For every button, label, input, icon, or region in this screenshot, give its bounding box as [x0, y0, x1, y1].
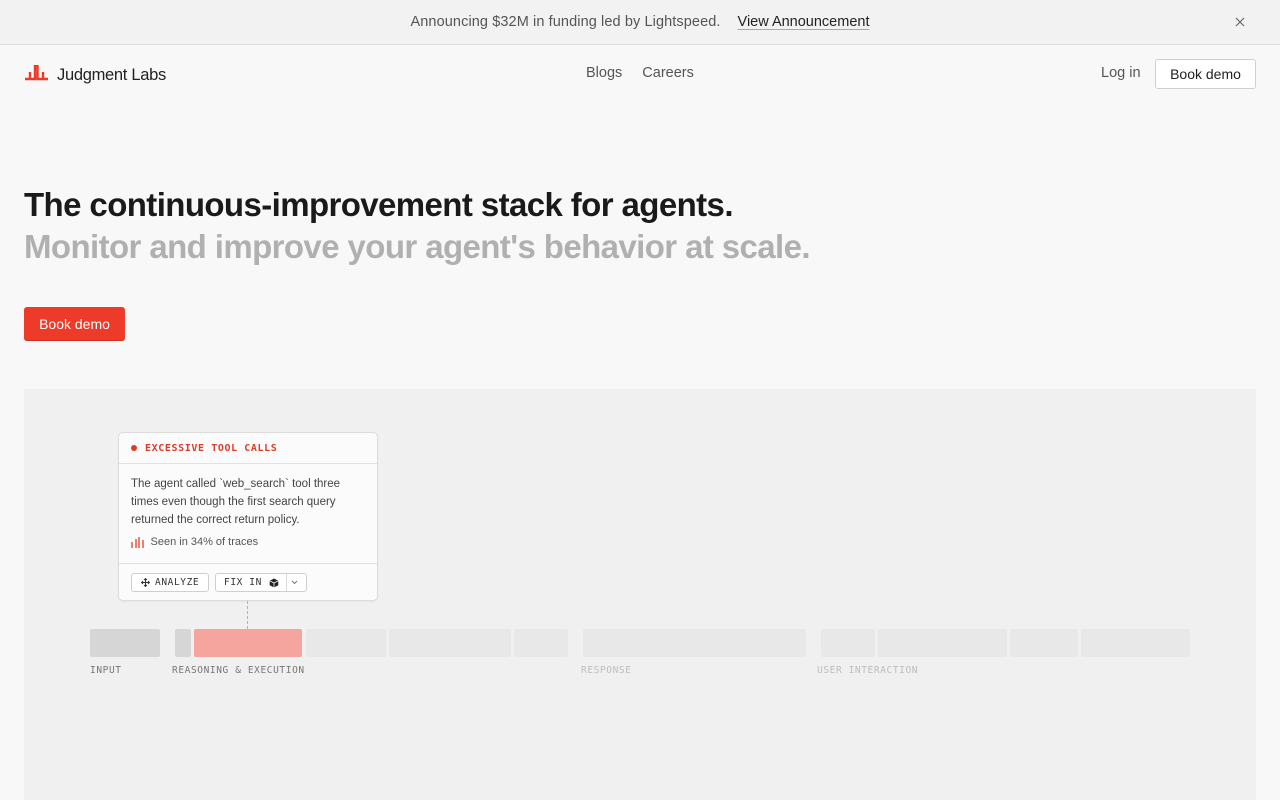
logo[interactable]: Judgment Labs	[24, 64, 166, 86]
chevron-down-icon[interactable]	[291, 580, 298, 585]
timeline-segment[interactable]	[514, 629, 568, 657]
nav-links: Blogs Careers	[586, 65, 694, 81]
lane-label-reasoning: REASONING & EXECUTION	[172, 665, 305, 676]
analyze-button[interactable]: ANALYZE	[131, 573, 209, 592]
timeline-segment[interactable]	[389, 629, 511, 657]
fix-in-label: FIX IN	[224, 577, 262, 588]
issue-card: EXCESSIVE TOOL CALLS The agent called `w…	[118, 432, 378, 601]
timeline-segment[interactable]	[1010, 629, 1078, 657]
close-icon[interactable]	[1232, 14, 1248, 30]
hero-title: The continuous-improvement stack for age…	[24, 186, 733, 223]
hero-book-demo-button[interactable]: Book demo	[24, 307, 125, 341]
connector-line	[247, 601, 248, 629]
nav-link-careers[interactable]: Careers	[642, 65, 694, 81]
login-link[interactable]: Log in	[1101, 65, 1141, 81]
announcement-text: Announcing $32M in funding led by Lights…	[410, 14, 721, 30]
issue-frequency-text: Seen in 34% of traces	[150, 536, 259, 548]
nav-book-demo-button[interactable]: Book demo	[1155, 59, 1256, 89]
issue-title: EXCESSIVE TOOL CALLS	[145, 442, 278, 454]
judgment-logo-icon	[24, 64, 49, 86]
fix-in-button[interactable]: FIX IN	[215, 573, 307, 592]
bar-chart-icon	[131, 536, 144, 548]
timeline-segment[interactable]	[878, 629, 1007, 657]
timeline-segment-input[interactable]	[90, 629, 160, 657]
issue-card-body: The agent called `web_search` tool three…	[119, 464, 377, 564]
status-dot	[131, 445, 137, 451]
view-announcement-link[interactable]: View Announcement	[738, 14, 870, 30]
timeline-segment[interactable]	[306, 629, 386, 657]
timeline-segment[interactable]	[821, 629, 875, 657]
move-icon	[141, 578, 150, 587]
issue-frequency: Seen in 34% of traces	[131, 536, 365, 548]
top-nav: Judgment Labs Blogs Careers Log in Book …	[0, 45, 1280, 103]
timeline-segment-highlighted[interactable]	[194, 629, 302, 657]
lane-label-input: INPUT	[90, 665, 122, 676]
hero-subtitle: Monitor and improve your agent's behavio…	[24, 228, 811, 265]
issue-card-actions: ANALYZE FIX IN	[119, 564, 377, 601]
issue-description: The agent called `web_search` tool three…	[131, 478, 341, 526]
demo-panel: EXCESSIVE TOOL CALLS The agent called `w…	[24, 389, 1256, 800]
announcement-bar: Announcing $32M in funding led by Lights…	[0, 0, 1280, 45]
analyze-label: ANALYZE	[155, 577, 200, 588]
timeline-segment[interactable]	[1081, 629, 1190, 657]
issue-card-header: EXCESSIVE TOOL CALLS	[119, 433, 377, 464]
lane-label-response: RESPONSE	[581, 665, 632, 676]
lane-label-user-interaction: USER INTERACTION	[817, 665, 919, 676]
logo-wordmark: Judgment Labs	[57, 66, 166, 84]
nav-link-blogs[interactable]: Blogs	[586, 65, 622, 81]
timeline-segment-response[interactable]	[583, 629, 806, 657]
cursor-cube-icon	[269, 578, 279, 588]
divider	[285, 574, 287, 591]
timeline-segment[interactable]	[175, 629, 191, 657]
